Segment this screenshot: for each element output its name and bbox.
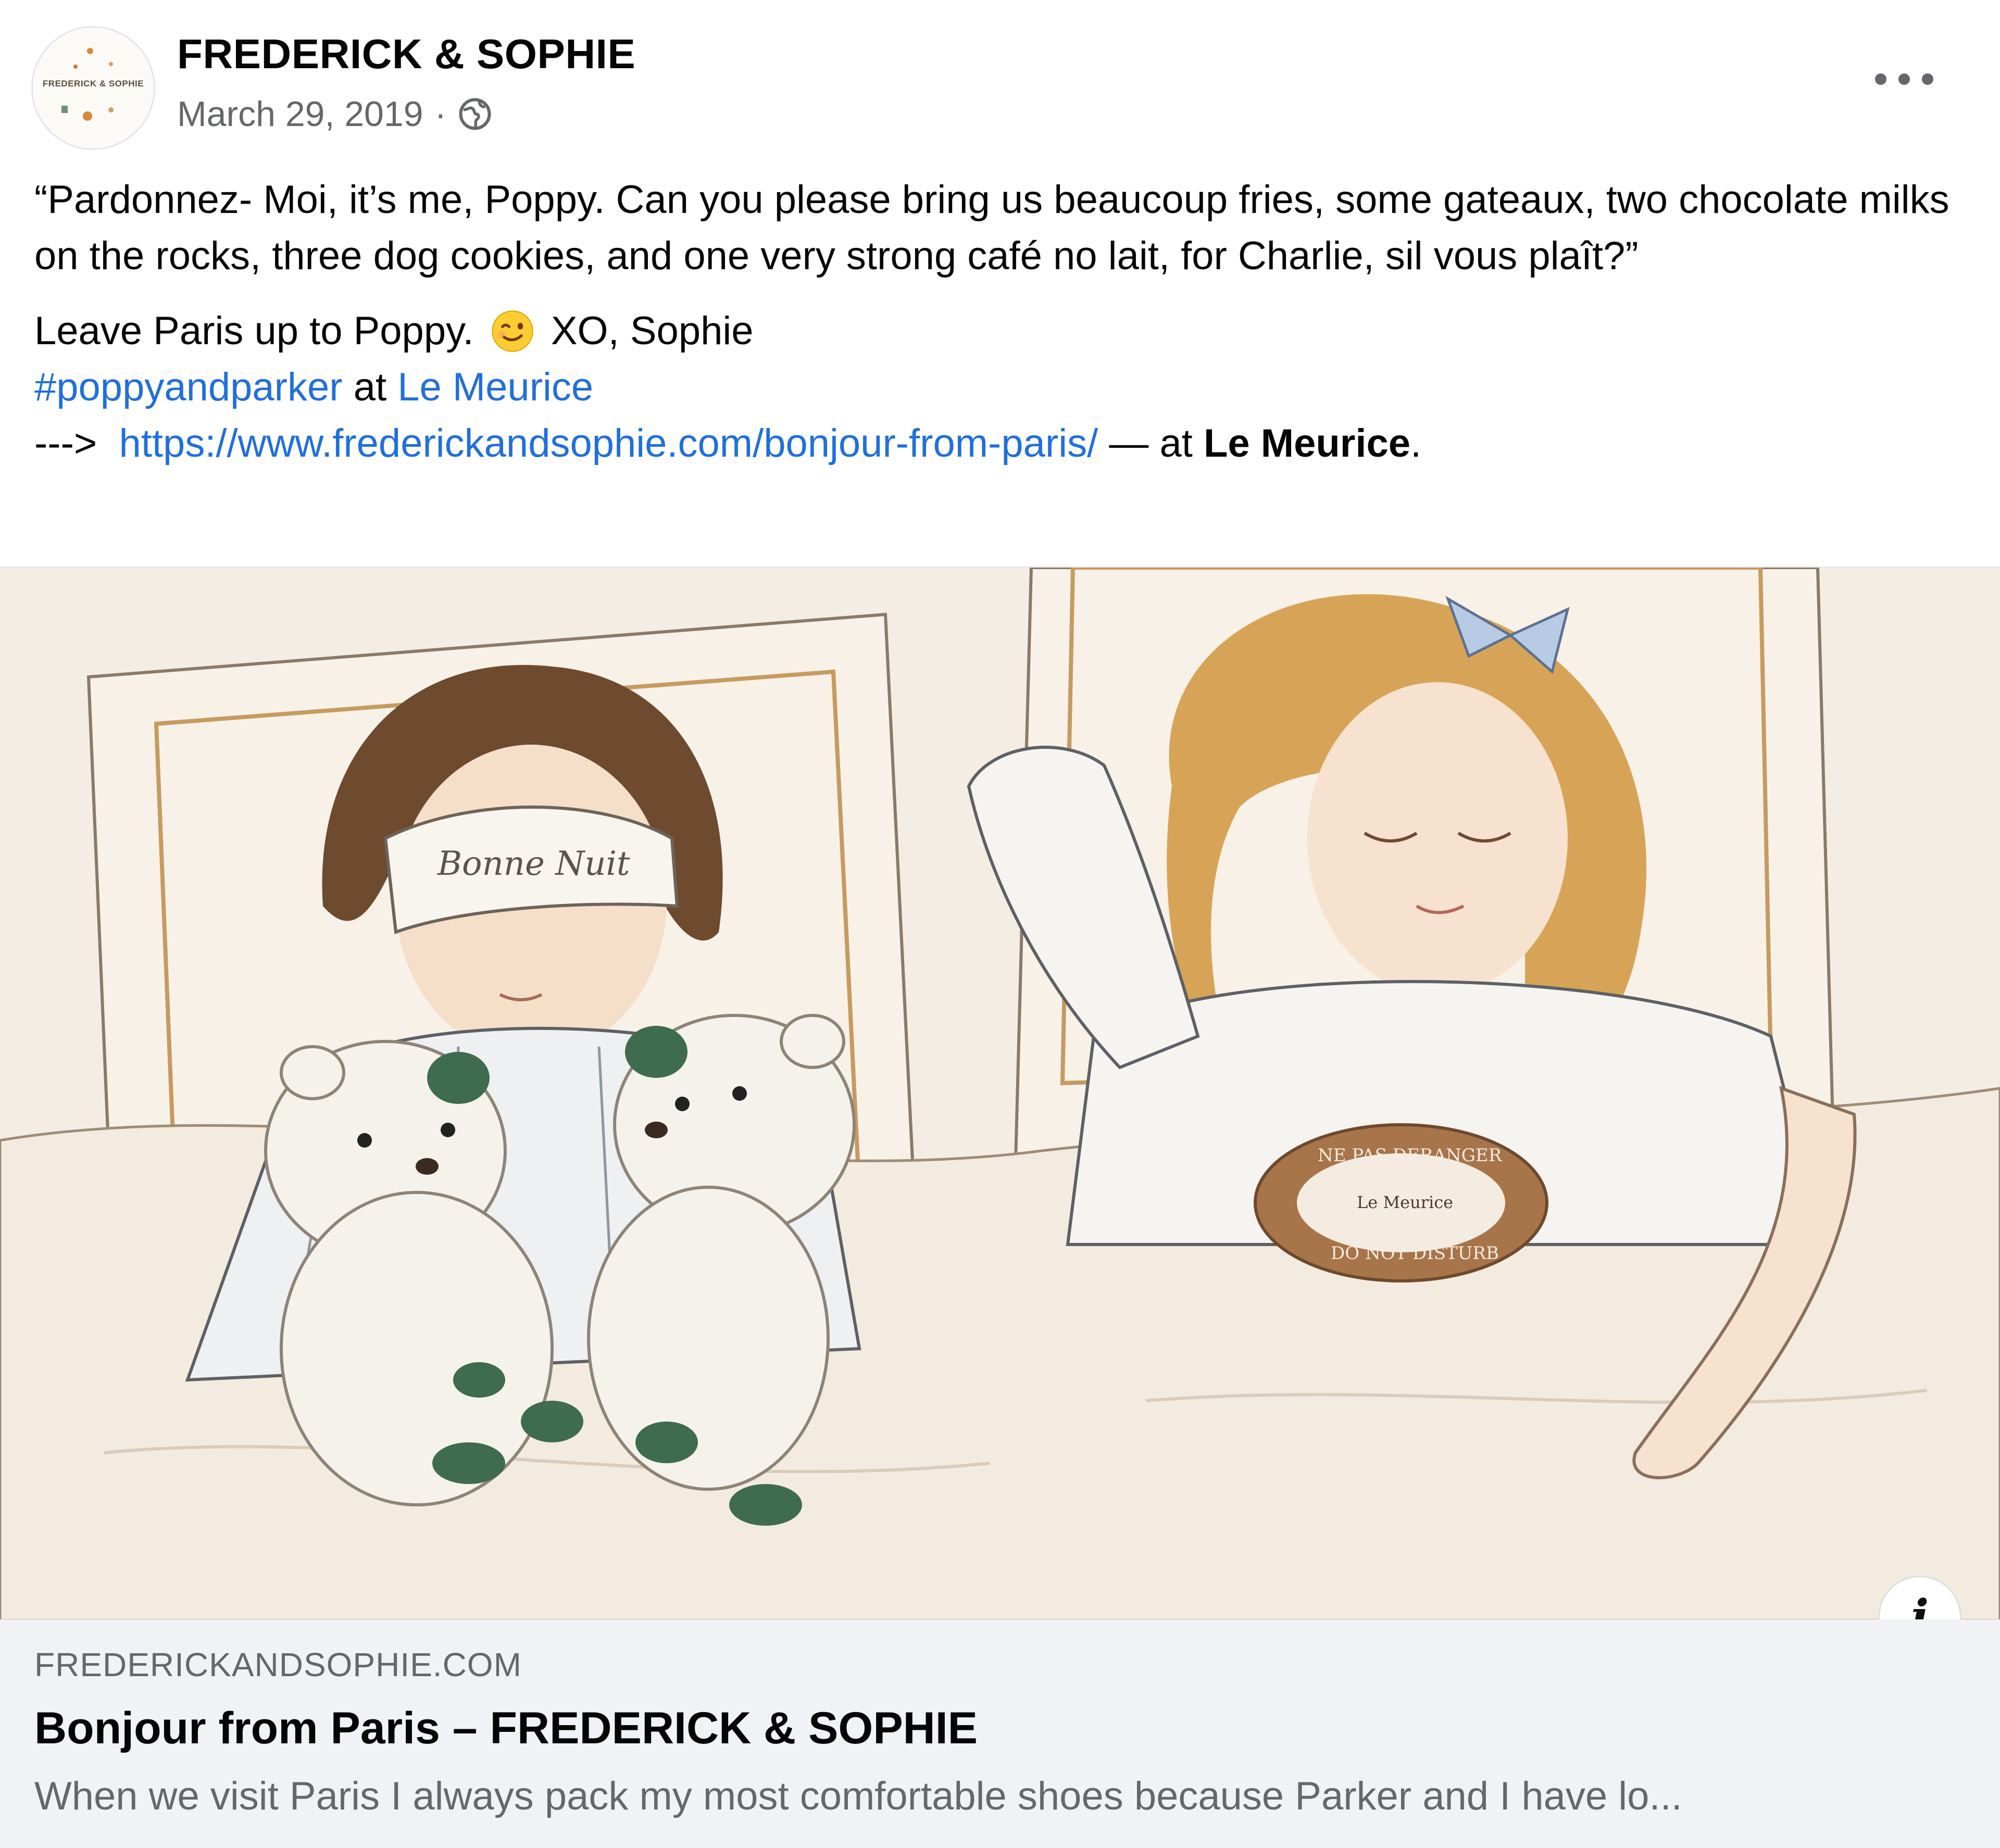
checkin-location-link[interactable]: Le Meurice <box>1204 421 1410 466</box>
sign-top-text: NE PAS DERANGER <box>1318 1145 1503 1166</box>
link-preview-card[interactable]: FREDERICKANDSOPHIE.COM Bonjour from Pari… <box>0 1619 2000 1848</box>
hashtag-link[interactable]: #poppyandparker <box>34 365 343 409</box>
avatar-text: FREDERICK & SOPHIE <box>42 79 144 89</box>
post-line-signoff: Leave Paris up to Poppy. XO, Sophie <box>34 309 754 353</box>
preview-domain: FREDERICKANDSOPHIE.COM <box>34 1646 522 1683</box>
page-name-link[interactable]: FREDERICK & SOPHIE <box>177 30 635 78</box>
mask-text: Bonne Nuit <box>437 845 630 883</box>
arrow-text: ---> <box>34 421 97 466</box>
post-meta: March 29, 2019 · <box>177 94 492 134</box>
sign-bottom-text: DO NOT DISTURB <box>1331 1243 1499 1264</box>
preview-title[interactable]: Bonjour from Paris – FREDERICK & SOPHIE <box>34 1703 978 1754</box>
article-url-link[interactable]: https://www.frederickandsophie.com/bonjo… <box>119 421 1098 466</box>
do-not-disturb-sign: NE PAS DERANGER Le Meurice DO NOT DISTUR… <box>1254 1123 1548 1283</box>
post-date-link[interactable]: March 29, 2019 <box>177 94 423 134</box>
post-image[interactable]: Bonne Nuit NE PAS DERANGER Le Meurice DO… <box>0 567 2000 1620</box>
meta-separator: · <box>434 94 447 134</box>
post-quote: “Pardonnez- Moi, it’s me, Poppy. Can you… <box>34 178 1949 278</box>
post-line-hashtag: #poppyandparker at Le Meurice <box>34 365 594 409</box>
illustration-svg: Bonne Nuit NE PAS DERANGER Le Meurice DO… <box>0 568 2000 1620</box>
location-link[interactable]: Le Meurice <box>397 365 593 409</box>
winking-face-emoji <box>491 310 533 352</box>
preview-description: When we visit Paris I always pack my mos… <box>34 1774 1682 1818</box>
page-avatar[interactable]: FREDERICK & SOPHIE <box>31 26 155 150</box>
globe-icon[interactable] <box>458 97 492 131</box>
more-options-icon[interactable] <box>1875 62 1933 96</box>
facebook-post: FREDERICK & SOPHIE FREDERICK & SOPHIE Ma… <box>0 0 2000 1848</box>
sign-middle-text: Le Meurice <box>1357 1192 1453 1212</box>
post-message: “Pardonnez- Moi, it’s me, Poppy. Can you… <box>34 172 1961 472</box>
post-line-url: ---> https://www.frederickandsophie.com/… <box>34 421 1422 466</box>
